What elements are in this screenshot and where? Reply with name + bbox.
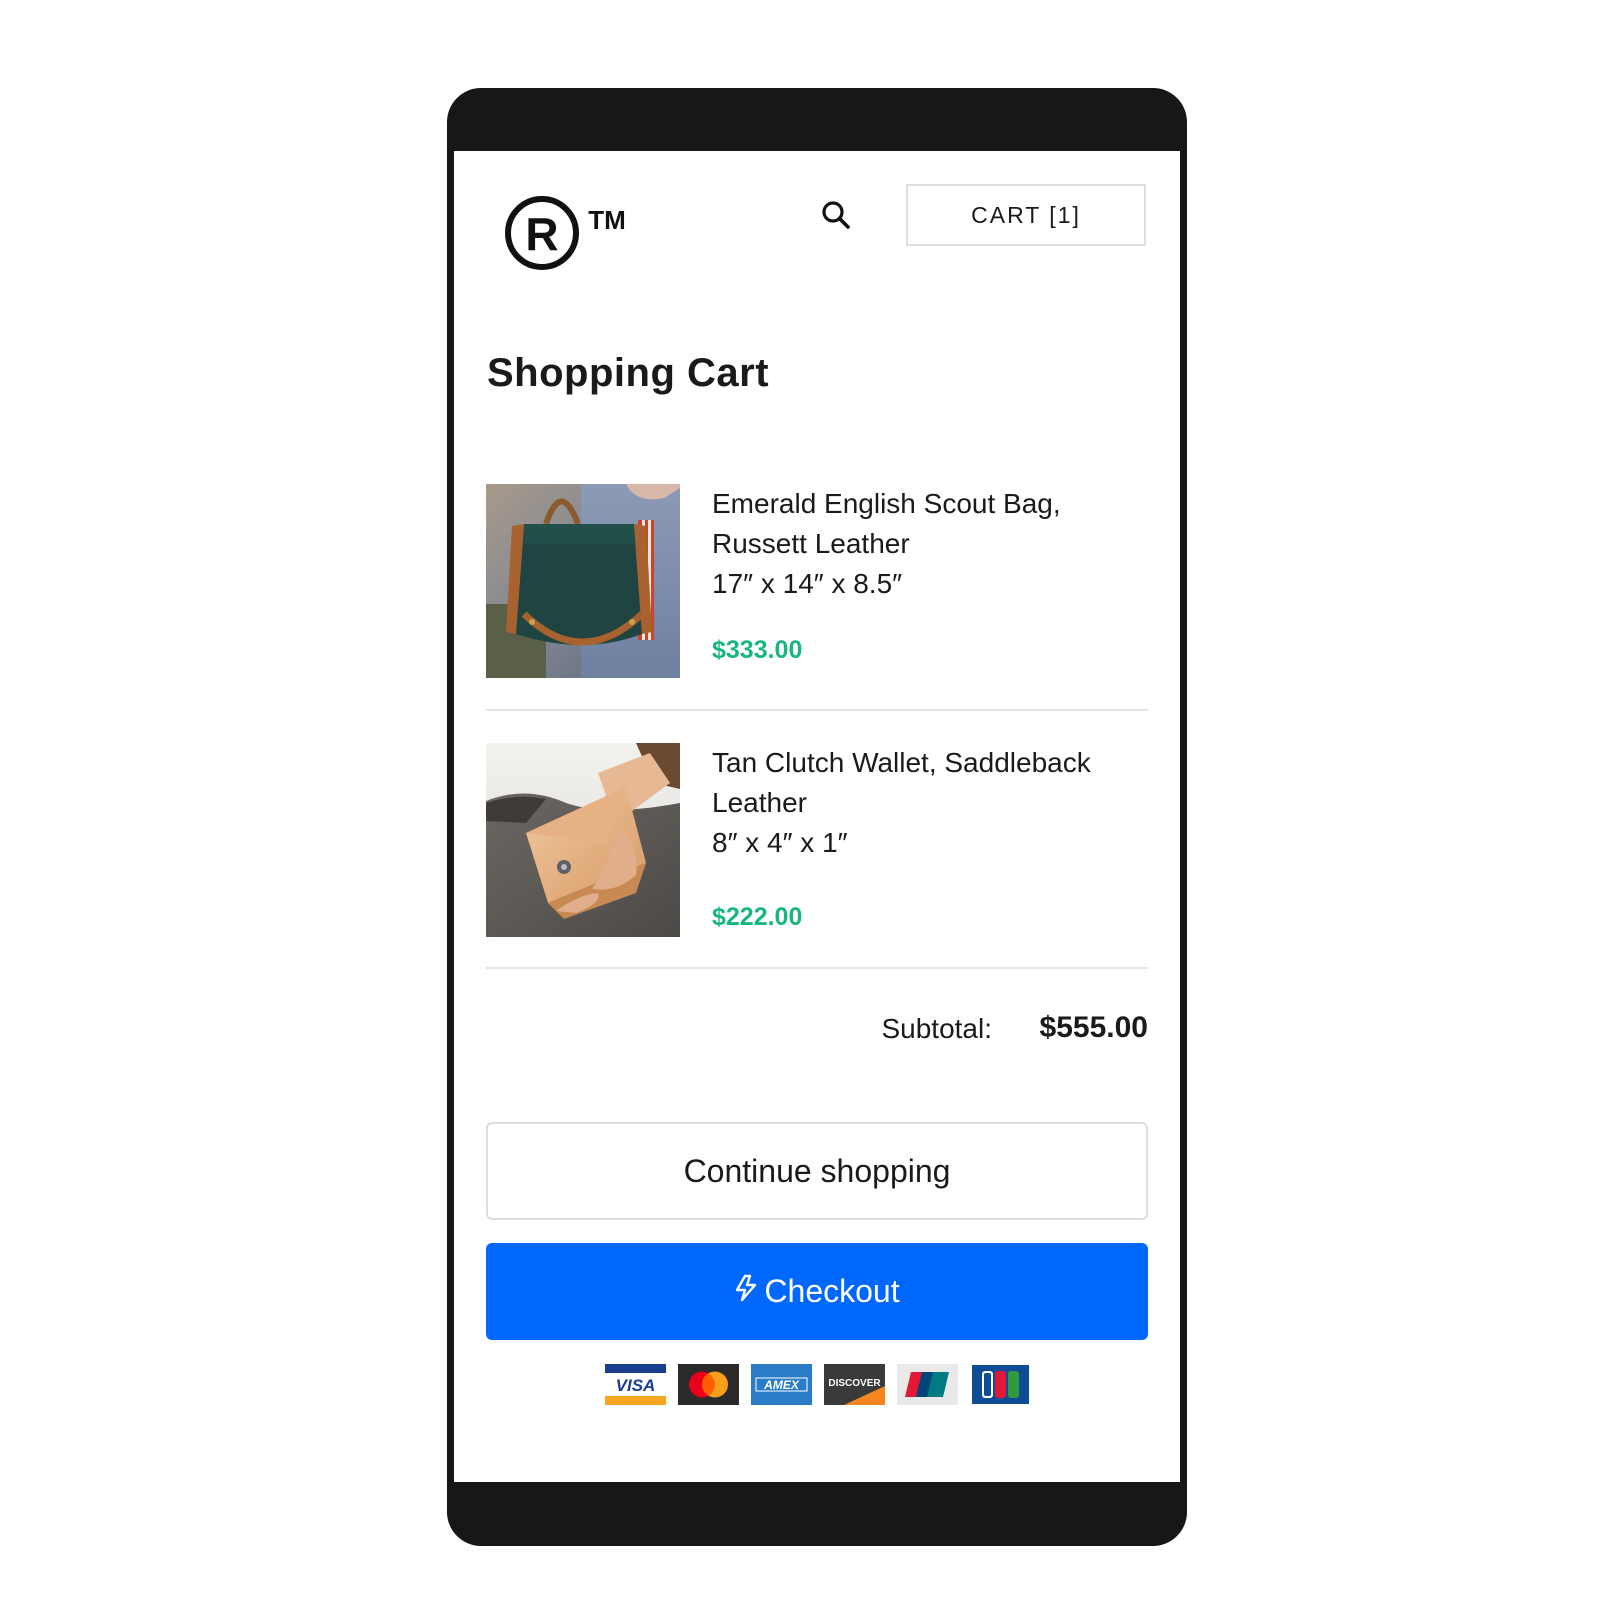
checkout-label: Checkout xyxy=(764,1273,900,1309)
continue-shopping-button[interactable]: Continue shopping xyxy=(486,1122,1148,1220)
discover-text: DISCOVER xyxy=(828,1378,881,1389)
item-dimensions: 17″ x 14″ x 8.5″ xyxy=(712,568,903,599)
mastercard-icon xyxy=(678,1364,739,1405)
unionpay-card-icon xyxy=(897,1364,958,1405)
visa-card-icon: VISA xyxy=(605,1364,666,1405)
item-name[interactable]: Tan Clutch Wallet, Saddleback Leather xyxy=(712,743,1142,823)
amex-text: AMEX xyxy=(763,1378,800,1392)
product-image-scout-bag[interactable] xyxy=(486,484,680,678)
page-title: Shopping Cart xyxy=(487,351,770,395)
item-price: $333.00 xyxy=(712,636,803,664)
checkout-button[interactable]: Checkout xyxy=(486,1243,1148,1340)
cart-button-label: CART [1] xyxy=(971,201,1081,228)
item-dimensions: 8″ x 4″ x 1″ xyxy=(712,827,848,858)
subtotal-value: $555.00 xyxy=(1039,1011,1148,1044)
cart-button[interactable]: CART [1] xyxy=(906,184,1146,246)
amex-card-icon: AMEX xyxy=(751,1364,812,1405)
subtotal-label: Subtotal: xyxy=(881,1013,992,1044)
payment-methods: VISA AMEX DISCOVER xyxy=(605,1364,1031,1405)
svg-text:R: R xyxy=(525,208,558,260)
jcb-card-icon xyxy=(970,1364,1031,1405)
app-screen: R TM CART [1] Shopping Cart Emerald Engl… xyxy=(454,151,1180,1482)
lightning-bolt-icon xyxy=(734,1273,758,1310)
search-icon xyxy=(820,199,852,236)
item-name[interactable]: Emerald English Scout Bag, Russett Leath… xyxy=(712,484,1142,564)
cart-item: Tan Clutch Wallet, Saddleback Leather 8″… xyxy=(486,743,1148,939)
visa-text: VISA xyxy=(616,1376,656,1395)
search-button[interactable] xyxy=(816,197,856,237)
cart-item: Emerald English Scout Bag, Russett Leath… xyxy=(486,484,1148,680)
item-price: $222.00 xyxy=(712,903,803,931)
continue-shopping-label: Continue shopping xyxy=(683,1152,951,1189)
discover-card-icon: DISCOVER xyxy=(824,1364,885,1405)
svg-text:TM: TM xyxy=(588,205,626,235)
divider xyxy=(486,709,1148,711)
product-image-clutch-wallet[interactable] xyxy=(486,743,680,937)
divider xyxy=(486,967,1148,969)
brand-logo[interactable]: R TM xyxy=(503,191,643,281)
